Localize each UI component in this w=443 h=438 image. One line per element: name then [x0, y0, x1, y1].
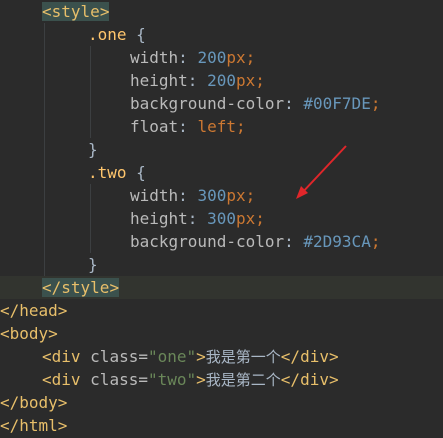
- color-value: #2D93CA: [303, 232, 371, 251]
- code-line-2: .one {: [88, 25, 146, 44]
- code-line-7: }: [88, 140, 98, 159]
- css-selector: .one: [88, 25, 127, 44]
- code-line-1: <style>: [42, 0, 110, 23]
- code-line-17: <div class="two">我是第二个</div>: [42, 370, 339, 389]
- div-content: 我是第一个: [205, 348, 281, 366]
- code-line-19: </html>: [0, 414, 67, 437]
- code-line-10: height: 300px;: [130, 209, 265, 228]
- code-line-5: background-color: #00F7DE;: [130, 94, 381, 113]
- keyword-value: left: [197, 117, 236, 136]
- code-line-4: height: 200px;: [130, 71, 265, 90]
- html-close-tag: </html>: [0, 416, 68, 435]
- css-property: width: [130, 186, 179, 205]
- css-selector: .two: [88, 163, 127, 182]
- css-property: height: [130, 209, 188, 228]
- style-open-tag: <style>: [42, 2, 110, 21]
- css-property: width: [130, 48, 179, 67]
- div-content: 我是第二个: [205, 371, 281, 389]
- style-close-tag: </style>: [42, 278, 120, 297]
- code-line-12: }: [88, 255, 98, 274]
- body-close-tag: </body>: [0, 393, 68, 412]
- code-line-13: </style>: [0, 276, 443, 299]
- code-line-15: <body>: [0, 322, 58, 345]
- indent-guide: [44, 23, 45, 276]
- body-open-tag: <body>: [0, 324, 58, 343]
- css-property: background-color: [130, 232, 285, 251]
- code-line-9: width: 300px;: [130, 186, 256, 205]
- code-line-6: float: left;: [130, 117, 246, 136]
- code-line-14: </head>: [0, 299, 67, 322]
- code-line-8: .two {: [88, 163, 146, 182]
- code-line-16: <div class="one">我是第一个</div>: [42, 347, 339, 366]
- code-editor[interactable]: <style> .one { width: 200px; height: 200…: [0, 0, 443, 438]
- code-line-11: background-color: #2D93CA;: [130, 232, 381, 251]
- indent-guide: [90, 184, 91, 253]
- code-line-18: </body>: [0, 391, 67, 414]
- red-arrow-annotation: [296, 145, 347, 199]
- indent-guide: [90, 46, 91, 138]
- css-property: height: [130, 71, 188, 90]
- code-line-3: width: 200px;: [130, 48, 256, 67]
- color-value: #00F7DE: [303, 94, 371, 113]
- css-property: background-color: [130, 94, 285, 113]
- css-property: float: [130, 117, 179, 136]
- head-close-tag: </head>: [0, 301, 68, 320]
